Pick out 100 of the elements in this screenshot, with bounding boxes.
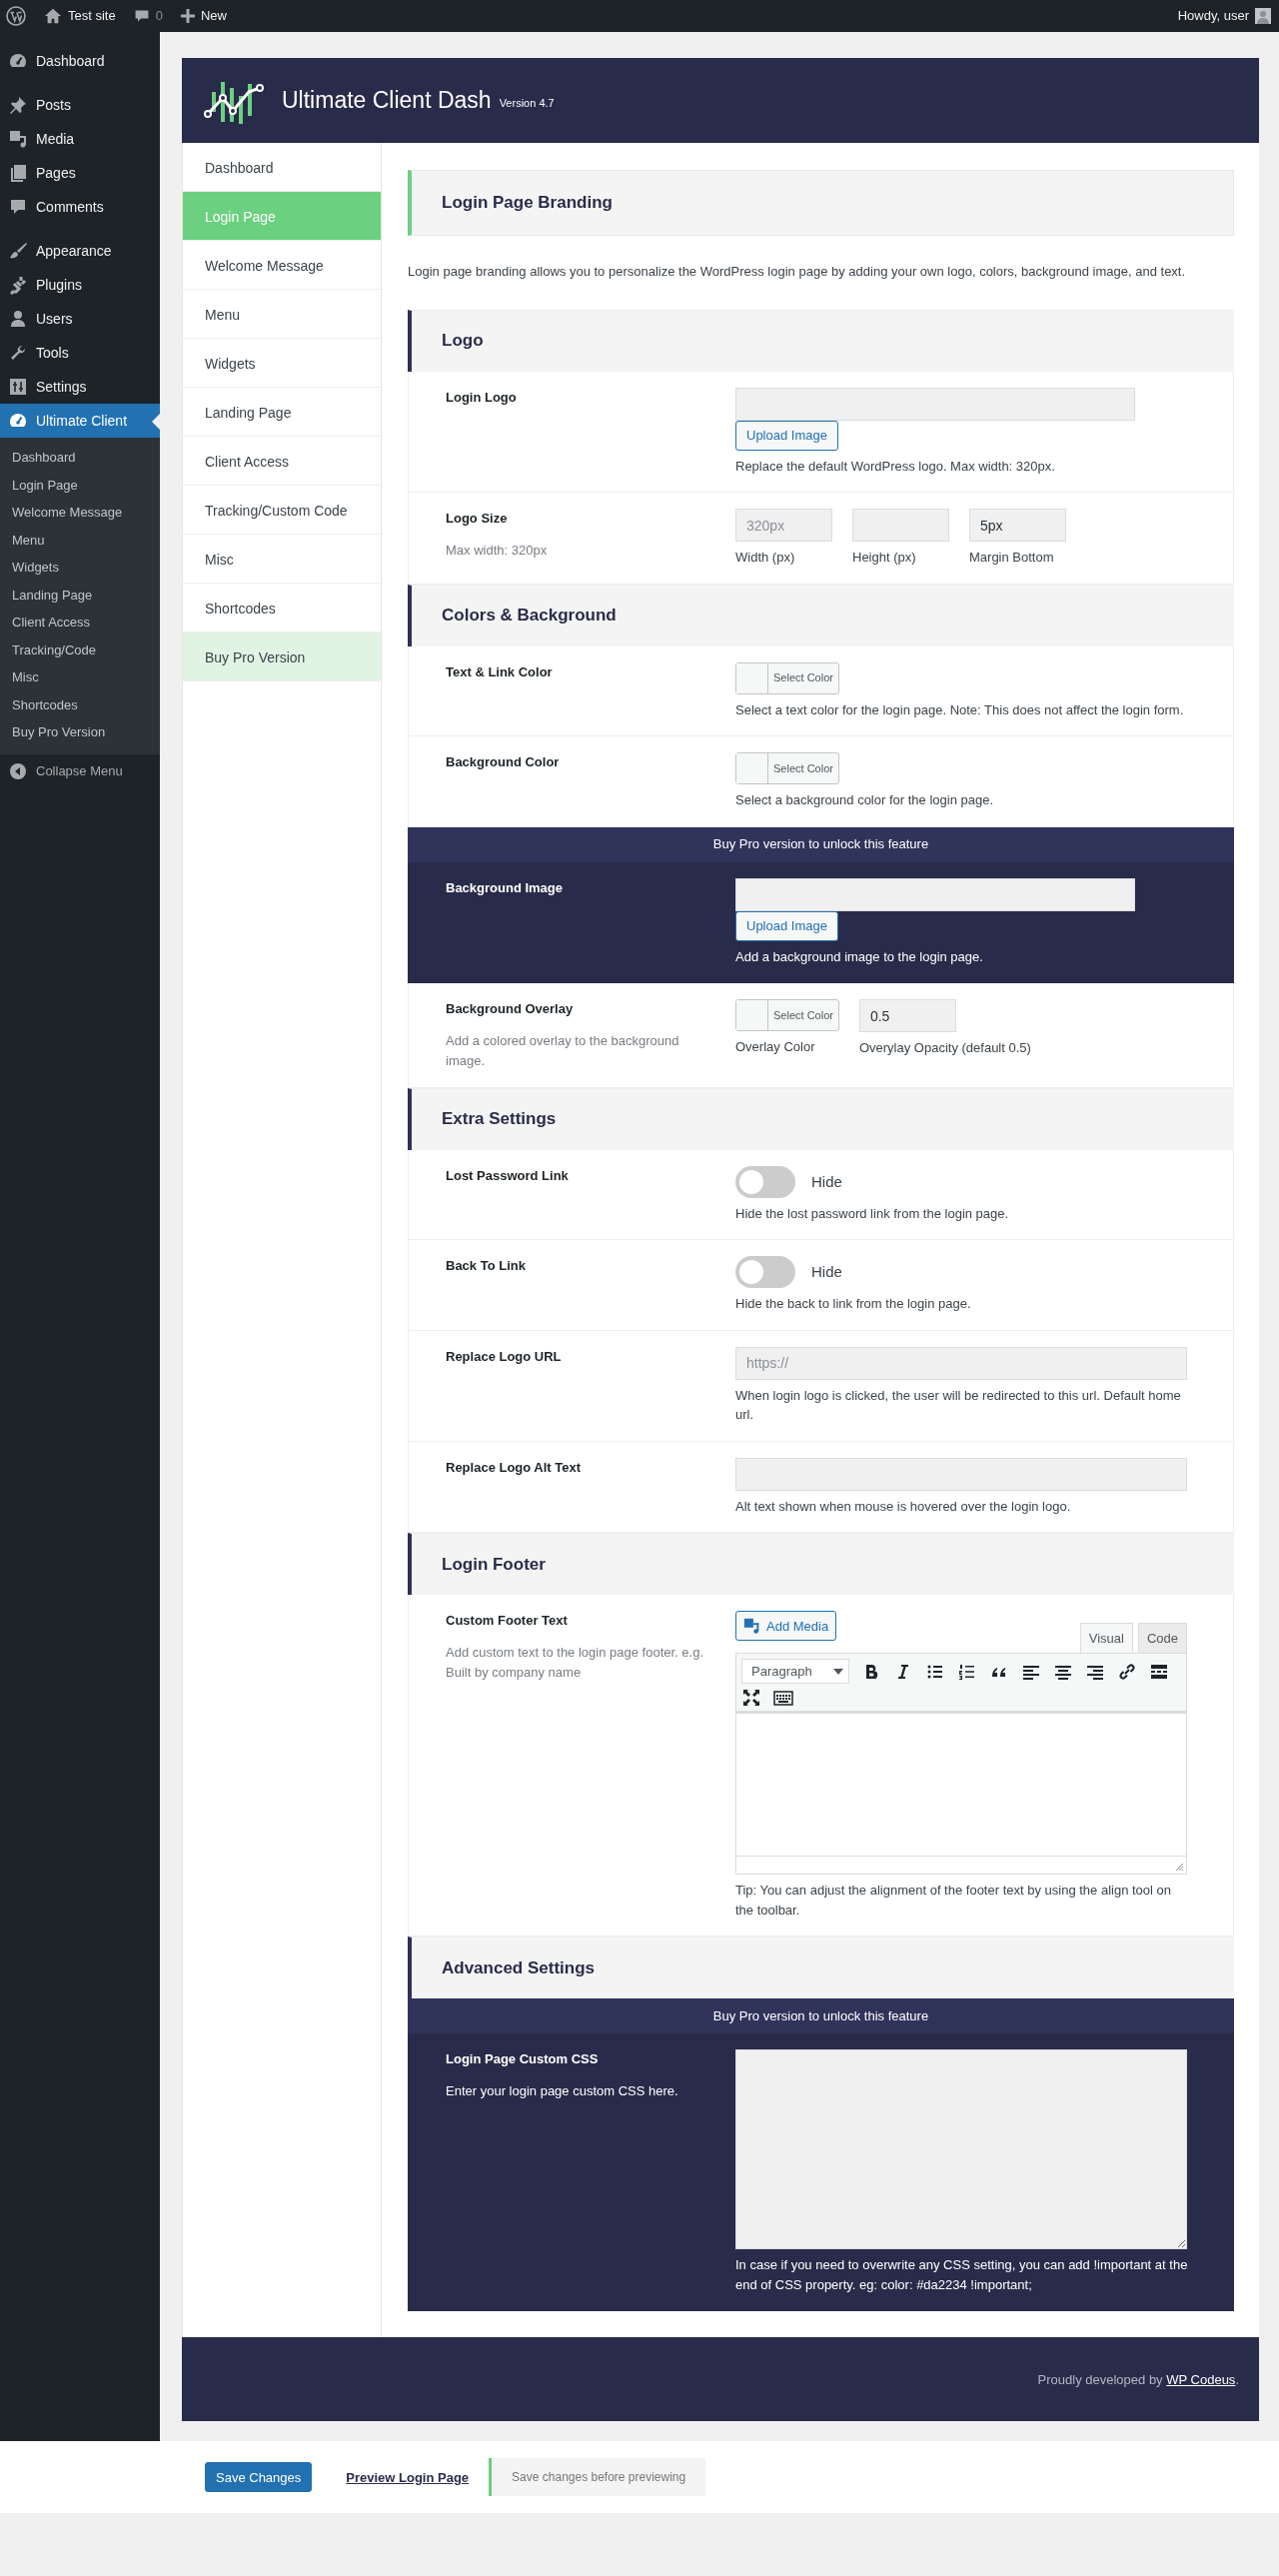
resize-handle-icon[interactable] [1174, 1862, 1184, 1873]
setting-label: Background Image [446, 878, 565, 897]
intro-text: Login page branding allows you to personalize the WordPress login page by adding your own logo, colors, background image, and text. [408, 263, 1187, 281]
sidebar-menu-item[interactable]: Comments [0, 190, 160, 224]
current-item-pointer [152, 414, 160, 430]
upload-image-button[interactable]: Upload Image [735, 910, 838, 941]
field-description: Add a background image to the login page. [735, 947, 984, 966]
setting-hint: Enter your login page custom CSS here. [446, 2081, 679, 2100]
field-description: Hide the lost password link from the login page. [735, 1204, 1010, 1223]
setting-label: Login Logo [446, 388, 518, 407]
comment-count[interactable]: 0 [155, 6, 163, 26]
submenu-item[interactable]: Misc [0, 663, 160, 691]
color-picker-button[interactable]: Select Color [735, 999, 839, 1031]
submenu-item[interactable]: Buy Pro Version [0, 718, 160, 746]
keyboard-icon[interactable] [773, 1688, 793, 1709]
color-picker-button[interactable]: Select Color [735, 661, 839, 694]
field-description: Hide the back to link from the login page. [735, 1295, 972, 1314]
section-title: Login Footer [442, 1554, 546, 1575]
setting-hint: Max width: 320px [446, 541, 549, 560]
add-media-button[interactable]: Add Media [735, 1611, 837, 1642]
text-field[interactable] [852, 509, 949, 542]
pages-icon [8, 163, 28, 183]
pro-banner: Buy Pro version to unlock this feature [408, 826, 1234, 862]
submenu-item[interactable]: Client Access [0, 609, 160, 637]
text-field[interactable] [735, 1457, 1187, 1491]
collapse-menu-button[interactable]: Collapse Menu [0, 753, 160, 788]
setting-label: Back To Link [446, 1257, 527, 1276]
toggle-label: Hide [811, 1262, 842, 1283]
field-description: Select a background color for the login page. [735, 791, 994, 809]
plus-icon[interactable] [180, 9, 195, 23]
toggle-switch[interactable] [735, 1165, 795, 1198]
pro-banner: Buy Pro version to unlock this feature [408, 1998, 1234, 2034]
setting-label: Lost Password Link [446, 1166, 570, 1185]
sliders-icon [8, 377, 28, 397]
field-caption: Overlay Color [735, 1038, 816, 1056]
image-url-field[interactable] [735, 387, 1135, 421]
toggle-label: Hide [811, 1171, 842, 1192]
avatar-icon [1255, 8, 1271, 24]
greeting-link[interactable]: Howdy, user [1177, 6, 1249, 26]
image-url-field[interactable] [735, 877, 1135, 911]
field-caption: Margin Bottom [969, 549, 1055, 567]
setting-hint: Add custom text to the login page footer. e.g. Built by company name [446, 1643, 704, 1682]
sidebar-menu-item[interactable]: Pages [0, 156, 160, 190]
media-icon [8, 129, 28, 149]
sidebar-menu-item[interactable]: Posts [0, 88, 160, 122]
plugin-title: Ultimate Client Dash [282, 86, 492, 116]
sidebar-menu-item[interactable]: Appearance [0, 234, 160, 268]
user-icon [8, 309, 28, 329]
intro-title: Login Page Branding [442, 192, 613, 214]
upload-image-button[interactable]: Upload Image [735, 420, 838, 451]
preview-notice: Save changes before previewing [489, 2458, 706, 2497]
editor-tab[interactable]: Code [1137, 1623, 1187, 1654]
editor-tab[interactable]: Visual [1079, 1623, 1133, 1654]
save-changes-button[interactable]: Save Changes [205, 2462, 313, 2493]
plugin-nav-item[interactable]: Buy Pro Version [183, 633, 381, 681]
setting-label: Login Page Custom CSS [446, 2050, 600, 2069]
text-field[interactable]: 0.5 [858, 999, 956, 1032]
preview-link[interactable]: Preview Login Page [346, 2467, 470, 2488]
sidebar-menu-item[interactable]: Plugins [0, 268, 160, 302]
format-dropdown[interactable]: Paragraph [741, 1659, 849, 1685]
speech-bubble-icon[interactable] [133, 8, 150, 24]
field-caption: Overylay Opacity (default 0.5) [858, 1039, 1031, 1057]
field-description: Tip: You can adjust the alignment of the footer text by using the align tool on the toolbar. [735, 1882, 1173, 1920]
submenu-item[interactable]: Shortcodes [0, 690, 160, 718]
section-title: Extra Settings [442, 1109, 557, 1130]
submenu-item[interactable]: Widgets [0, 554, 160, 582]
setting-label: Replace Logo Alt Text [446, 1458, 583, 1477]
text-field[interactable]: 320px [735, 509, 832, 542]
submenu-item[interactable]: Welcome Message [0, 499, 160, 527]
submenu-item[interactable]: Tracking/Code [0, 636, 160, 663]
sidebar-menu-item[interactable]: Ultimate Client [0, 404, 160, 438]
text-field[interactable]: 5px [969, 509, 1066, 542]
field-caption: Height (px) [852, 549, 917, 567]
field-description: In case if you need to overwrite any CSS setting, you can add !important at the end of CSS property. eg: color: #da2234 !important; [735, 2256, 1188, 2294]
link-icon[interactable] [1117, 1661, 1137, 1682]
color-picker-button[interactable]: Select Color [735, 752, 839, 784]
sidebar-menu-item[interactable]: Settings [0, 370, 160, 404]
section-title: Advanced Settings [442, 1957, 596, 1978]
home-icon[interactable] [44, 7, 62, 25]
sidebar-menu-item[interactable]: Tools [0, 336, 160, 370]
site-name-link[interactable]: Test site [68, 6, 116, 26]
setting-label: Replace Logo URL [446, 1347, 563, 1366]
wordpress-logo-icon[interactable] [6, 6, 26, 26]
sidebar-menu-item[interactable]: Dashboard [0, 44, 160, 78]
section-title: Colors & Background [442, 605, 617, 627]
version-label: Version 4.7 [499, 96, 555, 112]
submenu-item[interactable]: Landing Page [0, 581, 160, 609]
field-description: Alt text shown when mouse is hovered over the login logo. [735, 1497, 1072, 1516]
text-field[interactable]: https:// [735, 1346, 1187, 1380]
field-description: When login logo is clicked, the user will be redirected to this url. Default home url. [735, 1386, 1182, 1425]
speech-bubble-icon [8, 197, 28, 217]
setting-hint: Add a colored overlay to the background image. [446, 1031, 680, 1070]
fullscreen-icon[interactable] [741, 1688, 761, 1709]
sidebar-menu-item[interactable]: Users [0, 302, 160, 336]
submenu-item[interactable]: Menu [0, 526, 160, 554]
submenu-item[interactable]: Login Page [0, 471, 160, 499]
toggle-switch[interactable] [735, 1256, 795, 1289]
submenu-item[interactable]: Dashboard [0, 444, 160, 472]
new-link[interactable]: New [200, 6, 227, 26]
sidebar-menu-item[interactable]: Media [0, 122, 160, 156]
